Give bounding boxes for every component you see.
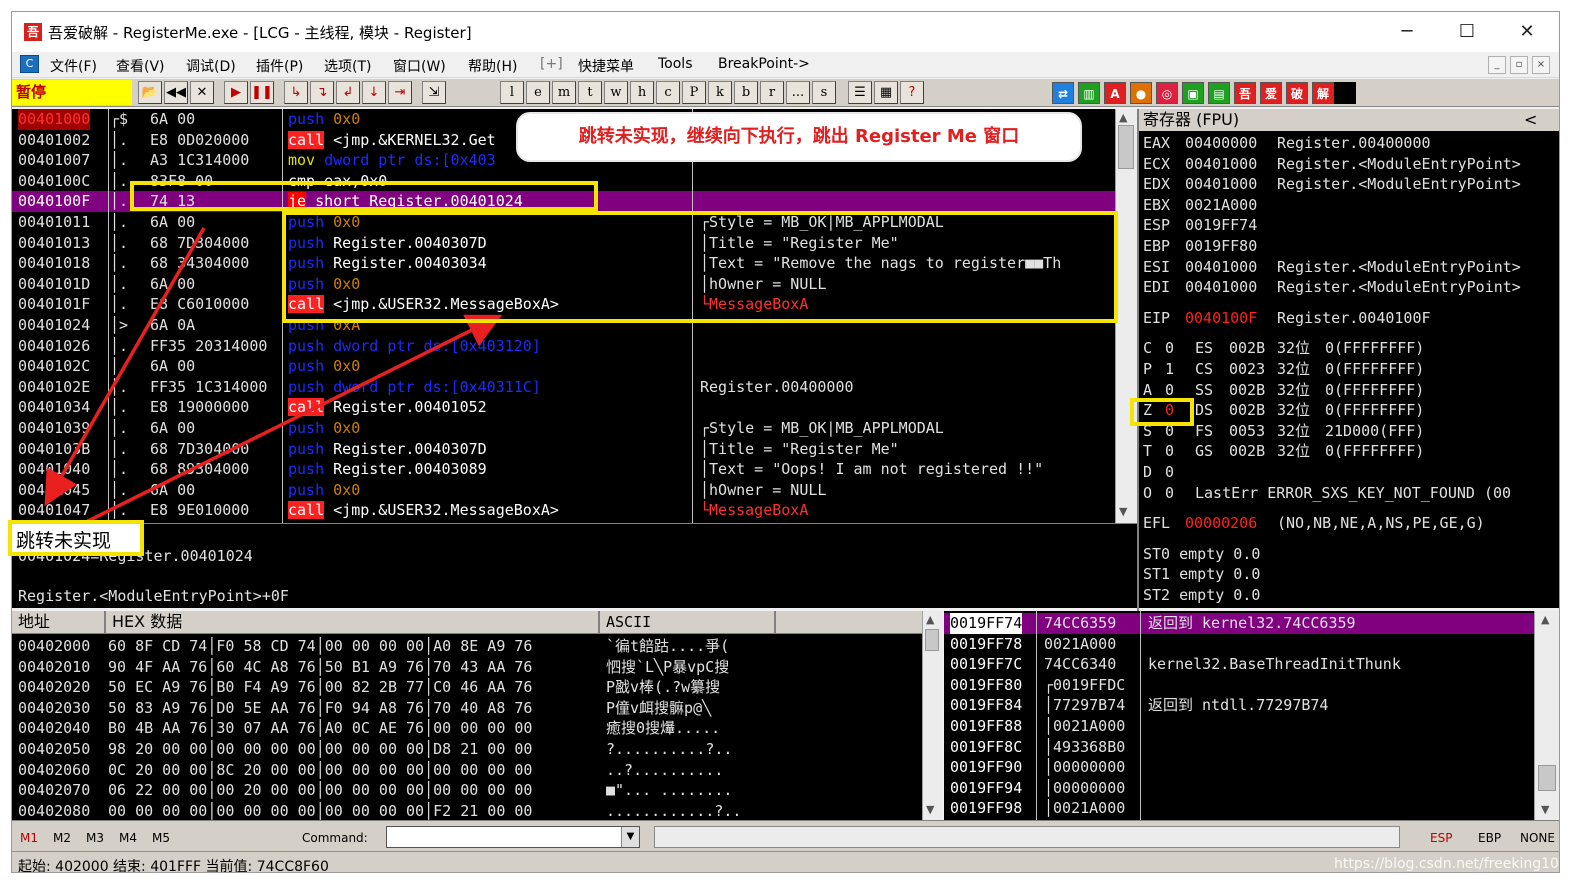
annotation-label: 跳转未实现 — [16, 530, 112, 552]
annotation-callout: 跳转未实现，继续向下执行，跳出 Register Me 窗口 — [516, 112, 1082, 162]
highlight-je-instruction — [130, 181, 598, 211]
highlight-z-flag — [1130, 398, 1194, 426]
annotation-label-box: 跳转未实现 — [8, 520, 144, 556]
arrow-to-label — [44, 227, 206, 507]
arrow-to-messagebox — [79, 314, 503, 527]
highlight-messagebox-block — [282, 211, 1118, 323]
